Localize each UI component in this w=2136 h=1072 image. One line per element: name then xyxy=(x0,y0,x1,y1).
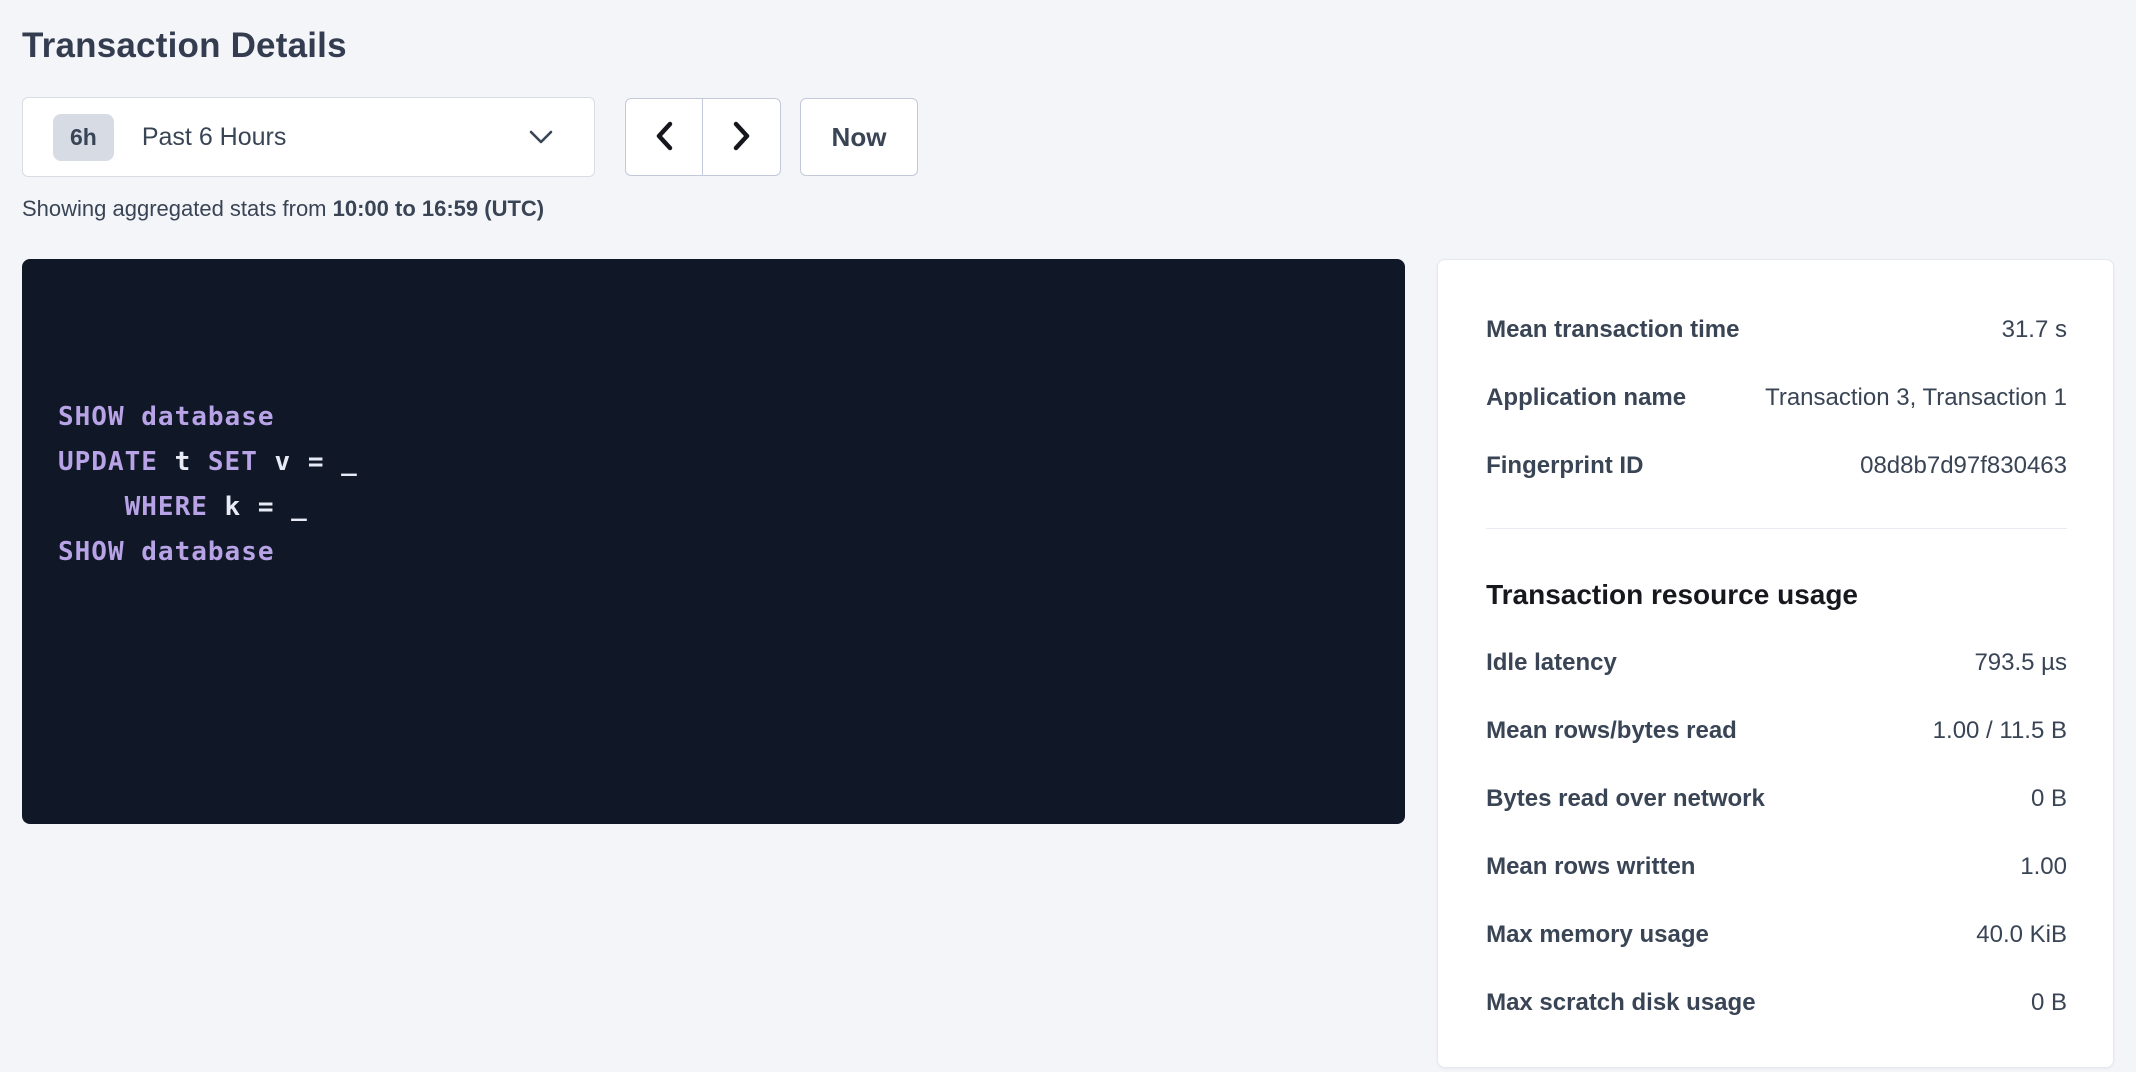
time-range-badge: 6h xyxy=(53,114,114,161)
sql-text: k = _ xyxy=(208,492,308,522)
stat-label: Idle latency xyxy=(1486,649,1637,677)
stat-value: 0 B xyxy=(2031,989,2067,1017)
summary-stat-rows: Mean transaction time 31.7 s Application n… xyxy=(1486,296,2067,500)
stat-row: Max scratch disk usage 0 B xyxy=(1486,969,2067,1037)
page-title: Transaction Details xyxy=(22,26,2114,66)
sql-keyword: UPDATE xyxy=(58,447,158,477)
stat-value: 1.00 / 11.5 B xyxy=(1933,717,2067,745)
transaction-details-card: Mean transaction time 31.7 s Application n… xyxy=(1437,259,2114,1068)
stat-row: Idle latency 793.5 µs xyxy=(1486,629,2067,697)
chevron-down-icon xyxy=(528,129,554,145)
sql-statements: SHOW databaseUPDATE t SET v = _ WHERE k … xyxy=(58,395,1369,575)
sql-line: WHERE k = _ xyxy=(58,485,1369,530)
main-content: SHOW databaseUPDATE t SET v = _ WHERE k … xyxy=(22,259,2114,1068)
chevron-right-icon xyxy=(732,121,752,154)
sql-keyword: database xyxy=(141,537,274,567)
time-controls-row: 6h Past 6 Hours xyxy=(22,97,2114,177)
summary-time-range: 10:00 to 16:59 (UTC) xyxy=(333,196,545,221)
sql-line: SHOW database xyxy=(58,395,1369,440)
stat-label: Mean transaction time xyxy=(1486,316,1759,344)
sql-line: SHOW database xyxy=(58,530,1369,575)
stat-value: 793.5 µs xyxy=(1974,649,2067,677)
chevron-left-icon xyxy=(654,121,674,154)
stat-value: 08d8b7d97f830463 xyxy=(1860,452,2067,480)
sql-keyword: database xyxy=(141,402,274,432)
stat-row: Mean transaction time 31.7 s xyxy=(1486,296,2067,364)
time-range-label: Past 6 Hours xyxy=(142,123,287,152)
stat-value: 31.7 s xyxy=(2002,316,2067,344)
transaction-details-page: Transaction Details 6h Past 6 Hours xyxy=(0,0,2136,1068)
stat-label: Mean rows/bytes read xyxy=(1486,717,1757,745)
stat-value: 1.00 xyxy=(2020,853,2067,881)
stat-row: Application name Transaction 3, Transacti… xyxy=(1486,364,2067,432)
sql-line: UPDATE t SET v = _ xyxy=(58,440,1369,485)
stat-value: Transaction 3, Transaction 1 xyxy=(1765,384,2067,412)
sql-text xyxy=(125,537,142,567)
sql-keyword: SHOW xyxy=(58,537,125,567)
aggregated-stats-summary: Showing aggregated stats from 10:00 to 1… xyxy=(22,196,2114,222)
sql-keyword: SHOW xyxy=(58,402,125,432)
stat-label: Mean rows written xyxy=(1486,853,1715,881)
stat-value: 40.0 KiB xyxy=(1976,921,2067,949)
sql-keyword: WHERE xyxy=(125,492,208,522)
time-range-select[interactable]: 6h Past 6 Hours xyxy=(22,97,595,177)
stat-value: 0 B xyxy=(2031,785,2067,813)
stat-label: Bytes read over network xyxy=(1486,785,1785,813)
previous-time-window-button[interactable] xyxy=(625,98,703,176)
resource-usage-heading: Transaction resource usage xyxy=(1486,579,2067,611)
time-window-nav xyxy=(625,98,781,176)
summary-prefix: Showing aggregated stats from xyxy=(22,196,333,221)
sql-text xyxy=(58,492,125,522)
sql-keyword: SET xyxy=(208,447,258,477)
stat-row: Mean rows/bytes read 1.00 / 11.5 B xyxy=(1486,697,2067,765)
stat-row: Mean rows written 1.00 xyxy=(1486,833,2067,901)
stat-label: Max scratch disk usage xyxy=(1486,989,1775,1017)
stat-row: Bytes read over network 0 B xyxy=(1486,765,2067,833)
card-divider xyxy=(1486,528,2067,529)
resource-stat-rows: Idle latency 793.5 µs Mean rows/bytes read… xyxy=(1486,629,2067,1037)
sql-statement-box: SHOW databaseUPDATE t SET v = _ WHERE k … xyxy=(22,259,1405,824)
stat-label: Max memory usage xyxy=(1486,921,1729,949)
stat-label: Fingerprint ID xyxy=(1486,452,1663,480)
sql-text xyxy=(125,402,142,432)
stat-label: Application name xyxy=(1486,384,1706,412)
next-time-window-button[interactable] xyxy=(703,98,781,176)
sql-text: t xyxy=(158,447,208,477)
sql-text: v = _ xyxy=(258,447,358,477)
now-button[interactable]: Now xyxy=(800,98,918,176)
stat-row: Fingerprint ID 08d8b7d97f830463 xyxy=(1486,432,2067,500)
stat-row: Max memory usage 40.0 KiB xyxy=(1486,901,2067,969)
